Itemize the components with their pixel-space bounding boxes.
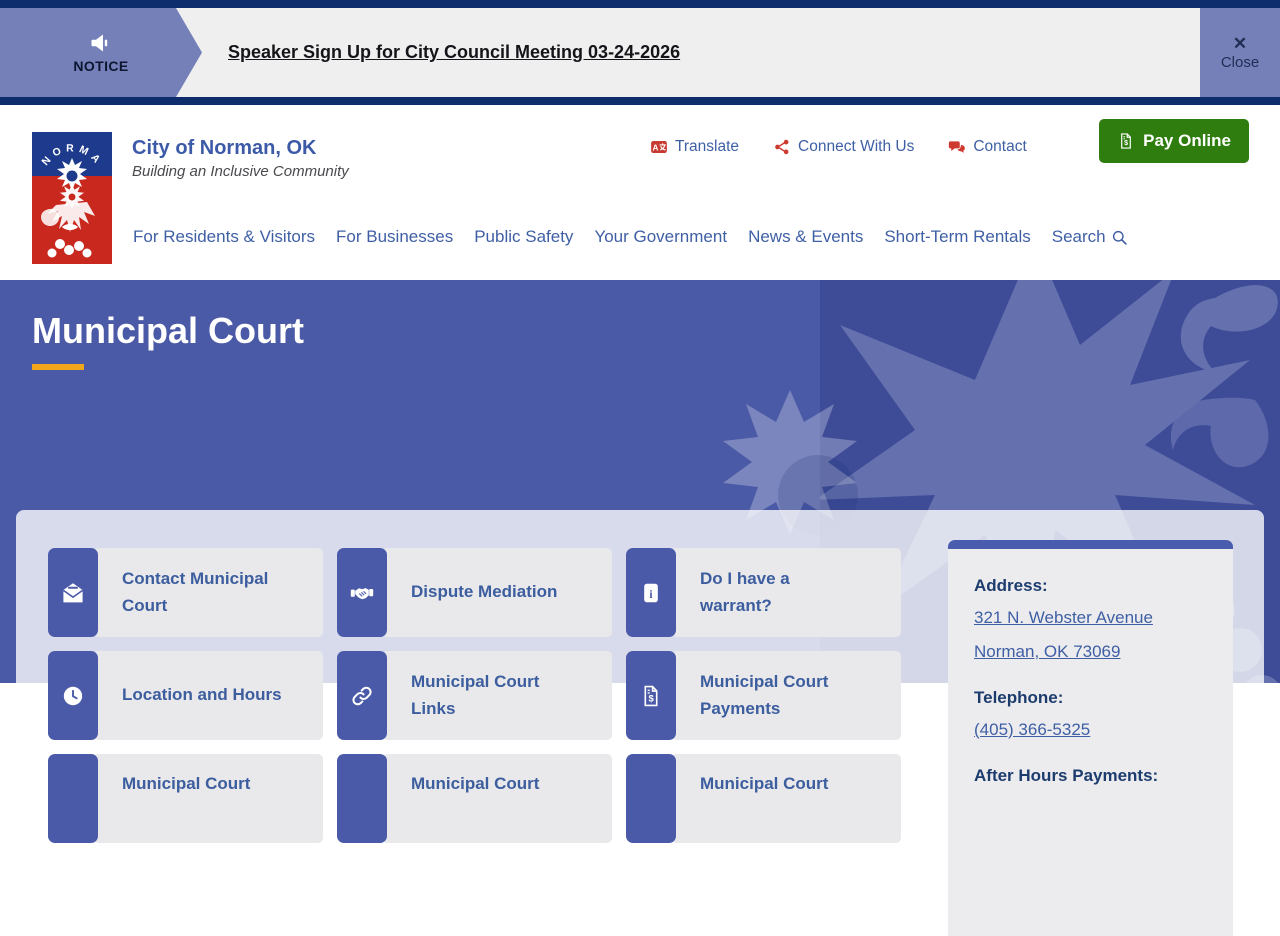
search-icon [1111, 229, 1128, 246]
nav-search[interactable]: Search [1052, 227, 1128, 247]
telephone-link[interactable]: (405) 366-5325 [974, 720, 1207, 740]
pay-online-button[interactable]: Pay Online [1099, 119, 1249, 163]
notice-close-button[interactable]: ✕ Close [1200, 8, 1280, 97]
close-label: Close [1220, 53, 1260, 71]
site-tagline: Building an Inclusive Community [132, 163, 349, 180]
nav-item-public-safety[interactable]: Public Safety [474, 227, 573, 247]
link-icon [337, 651, 387, 740]
share-icon [773, 138, 791, 156]
content-panel: Contact Municipal Court Location and Hour… [16, 510, 1264, 936]
nav-item-residents-visitors[interactable]: For Residents & Visitors [133, 227, 315, 247]
card-label: Municipal Court Links [382, 651, 612, 740]
city-logo: NORMAN [32, 132, 112, 264]
utility-links: Translate Connect With Us Contact [650, 138, 1027, 156]
card-label: Dispute Mediation [382, 548, 612, 637]
connect-label: Connect With Us [798, 138, 915, 155]
card-label: Municipal Court [93, 754, 323, 843]
info-card-body: Address: 321 N. Webster Avenue Norman, O… [948, 549, 1233, 936]
close-icon: ✕ [1232, 33, 1248, 53]
site-header: NORMAN City of Norman, OK Building an In… [0, 105, 1280, 280]
card-icon-blank [48, 754, 98, 843]
card-column: Dispute Mediation Municipal Court Links Mu… [337, 548, 612, 843]
address-label: Address: [974, 576, 1048, 595]
contact-info-card: Address: 321 N. Webster Avenue Norman, O… [948, 540, 1233, 936]
envelope-open-icon [48, 548, 98, 637]
court-service-card[interactable]: Location and Hours [48, 651, 323, 740]
megaphone-icon [89, 31, 113, 55]
court-service-card[interactable]: Dispute Mediation [337, 548, 612, 637]
card-label: Location and Hours [93, 651, 323, 740]
nav-item-businesses[interactable]: For Businesses [336, 227, 453, 247]
card-label: Do I have a warrant? [671, 548, 901, 637]
notice-label: NOTICE [73, 58, 129, 74]
contact-label: Contact [973, 138, 1027, 155]
site-title[interactable]: City of Norman, OK [132, 136, 349, 160]
invoice-dollar-icon [626, 651, 676, 740]
court-service-card[interactable]: Do I have a warrant? [626, 548, 901, 637]
court-service-card[interactable]: Municipal Court [626, 754, 901, 843]
card-label: Municipal Court Payments [671, 651, 901, 740]
contact-link[interactable]: Contact [948, 138, 1027, 156]
search-label: Search [1051, 227, 1106, 246]
court-service-card[interactable]: Municipal Court [337, 754, 612, 843]
info-icon [626, 548, 676, 637]
card-column: Contact Municipal Court Location and Hour… [48, 548, 323, 843]
nav-item-your-government[interactable]: Your Government [594, 227, 727, 247]
after-hours-label: After Hours Payments: [974, 766, 1159, 785]
card-column: Do I have a warrant? Municipal Court Paym… [626, 548, 901, 843]
page-title: Municipal Court [32, 310, 304, 351]
comments-icon [948, 138, 966, 156]
notice-link[interactable]: Speaker Sign Up for City Council Meeting… [228, 42, 680, 63]
translate-label: Translate [675, 138, 740, 155]
nav-item-short-term-rentals[interactable]: Short-Term Rentals [884, 227, 1030, 247]
pay-online-label: Pay Online [1143, 131, 1231, 150]
nav-item-news-events[interactable]: News & Events [748, 227, 863, 247]
court-service-card[interactable]: Contact Municipal Court [48, 548, 323, 637]
site-identity: City of Norman, OK Building an Inclusive… [132, 136, 349, 180]
notice-banner: NOTICE Speaker Sign Up for City Council … [0, 0, 1280, 105]
title-accent-rule [32, 364, 84, 370]
card-label: Municipal Court [382, 754, 612, 843]
connect-with-us-link[interactable]: Connect With Us [773, 138, 914, 156]
clock-icon [48, 651, 98, 740]
address-link-line2[interactable]: Norman, OK 73069 [974, 642, 1207, 662]
court-service-cards: Contact Municipal Court Location and Hour… [48, 548, 901, 843]
notice-flag: NOTICE [0, 8, 202, 97]
court-service-card[interactable]: Municipal Court [48, 754, 323, 843]
card-icon-blank [626, 754, 676, 843]
court-service-card[interactable]: Municipal Court Payments [626, 651, 901, 740]
main-nav: For Residents & Visitors For Businesses … [133, 227, 1128, 247]
translate-icon [650, 138, 668, 156]
address-link-line1[interactable]: 321 N. Webster Avenue [974, 608, 1207, 628]
handshake-icon [337, 548, 387, 637]
card-label: Municipal Court [671, 754, 901, 843]
invoice-dollar-icon [1117, 132, 1135, 150]
court-service-card[interactable]: Municipal Court Links [337, 651, 612, 740]
card-label: Contact Municipal Court [93, 548, 323, 637]
info-card-accent-bar [948, 540, 1233, 549]
card-icon-blank [337, 754, 387, 843]
telephone-label: Telephone: [974, 688, 1064, 707]
translate-link[interactable]: Translate [650, 138, 739, 156]
